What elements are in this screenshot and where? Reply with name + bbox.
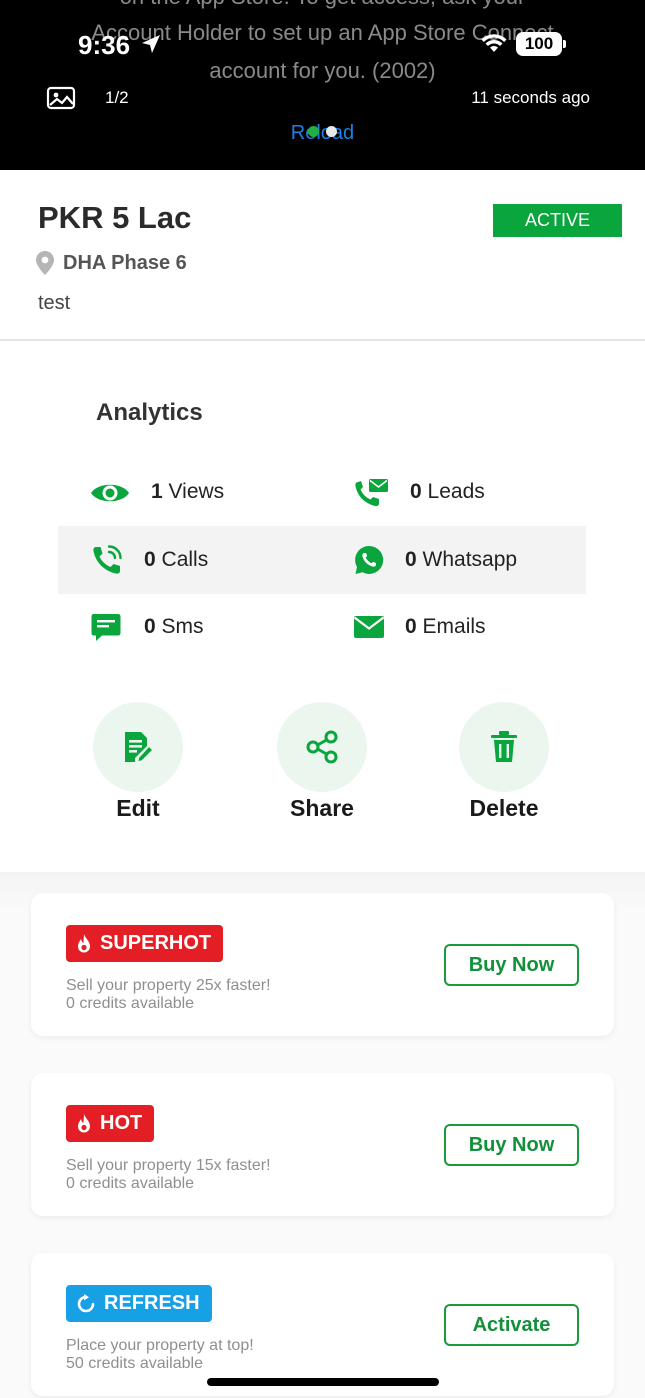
- stat-count: 1: [151, 480, 163, 503]
- listing-price: PKR 5 Lac: [38, 200, 192, 235]
- buy-now-button[interactable]: Buy Now: [444, 1124, 579, 1166]
- analytics-title: Analytics: [96, 399, 203, 426]
- stat-label: Emails: [422, 615, 486, 638]
- wifi-icon: [481, 34, 507, 52]
- stat-views: 1 Views: [151, 480, 224, 504]
- edit-label: Edit: [116, 795, 160, 821]
- share-label: Share: [290, 795, 354, 821]
- badge-label: HOT: [100, 1112, 143, 1134]
- stat-calls: 0 Calls: [144, 548, 208, 572]
- boost-description: Place your property at top!: [66, 1337, 254, 1354]
- image-icon[interactable]: [46, 86, 76, 110]
- screenshot-overlay: on the App Store. To get access, ask you…: [0, 0, 645, 170]
- hot-badge: HOT: [66, 1105, 155, 1142]
- stat-label: Sms: [161, 615, 204, 638]
- page-dot-active: [308, 126, 319, 137]
- boost-card-superhot: SUPERHOT Sell your property 25x faster! …: [31, 893, 614, 1036]
- battery-indicator: 100: [516, 32, 562, 56]
- badge-label: REFRESH: [104, 1292, 200, 1314]
- stat-emails: 0 Emails: [405, 615, 486, 639]
- share-icon: [306, 730, 338, 764]
- stat-whatsapp: 0 Whatsapp: [405, 548, 517, 572]
- page-dot: [326, 126, 337, 137]
- trash-icon: [491, 731, 517, 762]
- boost-credits: 0 credits available: [66, 995, 195, 1012]
- stat-count: 0: [405, 548, 417, 571]
- refresh-icon: [77, 1293, 95, 1312]
- phone-mail-icon: [355, 479, 388, 507]
- refresh-badge: REFRESH: [66, 1285, 212, 1322]
- badge-label: SUPERHOT: [100, 932, 212, 954]
- stat-label: Views: [168, 480, 225, 503]
- fire-icon: [78, 933, 90, 952]
- divider: [0, 339, 645, 341]
- battery-tip: [563, 40, 566, 48]
- share-button[interactable]: [277, 702, 367, 792]
- stat-label: Calls: [161, 548, 209, 571]
- superhot-badge: SUPERHOT: [66, 925, 224, 962]
- listing-location: DHA Phase 6: [63, 252, 187, 274]
- error-message-line: account for you. (2002): [209, 58, 436, 83]
- stat-count: 0: [144, 548, 156, 571]
- listing-description: test: [38, 292, 71, 314]
- phone-ringing-icon: [93, 545, 122, 574]
- stat-sms: 0 Sms: [144, 615, 204, 639]
- envelope-icon: [354, 616, 384, 638]
- eye-icon: [91, 484, 129, 502]
- stat-count: 0: [405, 615, 417, 638]
- edit-document-icon: [125, 732, 154, 763]
- boost-description: Sell your property 25x faster!: [66, 977, 271, 994]
- delete-label: Delete: [469, 795, 539, 821]
- fire-icon: [78, 1113, 90, 1132]
- boost-card-hot: HOT Sell your property 15x faster! 0 cre…: [31, 1073, 614, 1216]
- error-message-line: on the App Store. To get access, ask you…: [0, 0, 645, 10]
- edit-button[interactable]: [93, 702, 183, 792]
- location-arrow-icon: [142, 35, 160, 53]
- boost-card-refresh: REFRESH Place your property at top! 50 c…: [31, 1253, 614, 1396]
- whatsapp-icon: [355, 545, 384, 574]
- status-bar-time: 9:36: [78, 30, 131, 60]
- stat-label: Whatsapp: [422, 548, 518, 571]
- location-pin-icon: [36, 251, 54, 275]
- buy-now-button[interactable]: Buy Now: [444, 944, 579, 986]
- status-badge: ACTIVE: [493, 204, 622, 237]
- reload-link[interactable]: Reload: [0, 122, 645, 145]
- stat-label: Leads: [427, 480, 485, 503]
- page-indicator: 1/2: [105, 88, 129, 107]
- message-icon: [91, 614, 121, 641]
- boost-credits: 0 credits available: [66, 1175, 195, 1192]
- timestamp: 11 seconds ago: [471, 88, 590, 107]
- stat-count: 0: [410, 480, 422, 503]
- stat-count: 0: [144, 615, 156, 638]
- activate-button[interactable]: Activate: [444, 1304, 579, 1346]
- stat-leads: 0 Leads: [410, 480, 485, 504]
- home-indicator: [207, 1378, 439, 1386]
- boost-credits: 50 credits available: [66, 1355, 203, 1372]
- boost-description: Sell your property 15x faster!: [66, 1157, 271, 1174]
- delete-button[interactable]: [459, 702, 549, 792]
